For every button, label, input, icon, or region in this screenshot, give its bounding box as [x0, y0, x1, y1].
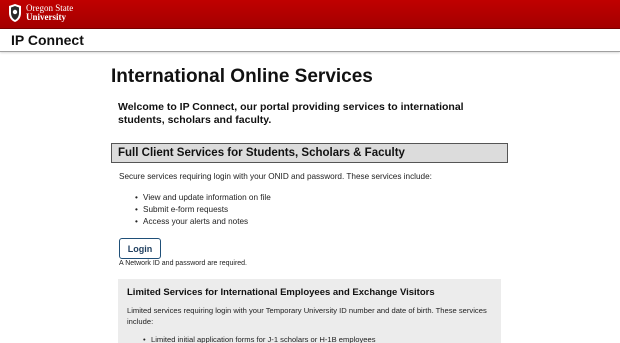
login-note: A Network ID and password are required.	[119, 260, 248, 267]
list-item: Access your alerts and notes	[135, 216, 271, 228]
full-services-heading: Full Client Services for Students, Schol…	[118, 147, 405, 159]
osu-seal-icon	[9, 4, 21, 22]
page-title: International Online Services	[111, 66, 373, 87]
full-services-header: Full Client Services for Students, Schol…	[111, 143, 508, 163]
limited-services-heading: Limited Services for International Emplo…	[127, 287, 435, 298]
login-button[interactable]: Login	[119, 238, 161, 259]
top-brand-bar: Oregon State University	[0, 0, 620, 29]
limited-services-list: Limited initial application forms for J-…	[143, 335, 376, 343]
full-services-list: View and update information on file Subm…	[135, 192, 271, 228]
logo-line-2: University	[26, 12, 66, 22]
osu-logo[interactable]: Oregon State University	[7, 2, 81, 24]
logo-wordmark: Oregon State University	[26, 4, 73, 22]
list-item: View and update information on file	[135, 192, 271, 204]
app-header: IP Connect	[0, 29, 620, 52]
limited-services-panel: Limited Services for International Emplo…	[118, 279, 501, 343]
limited-services-description: Limited services requiring login with yo…	[127, 306, 487, 326]
full-services-description: Secure services requiring login with you…	[119, 172, 432, 181]
list-item: Submit e-form requests	[135, 204, 271, 216]
welcome-text: Welcome to IP Connect, our portal provid…	[118, 101, 464, 126]
list-item: Limited initial application forms for J-…	[143, 335, 376, 343]
app-title[interactable]: IP Connect	[11, 32, 84, 48]
